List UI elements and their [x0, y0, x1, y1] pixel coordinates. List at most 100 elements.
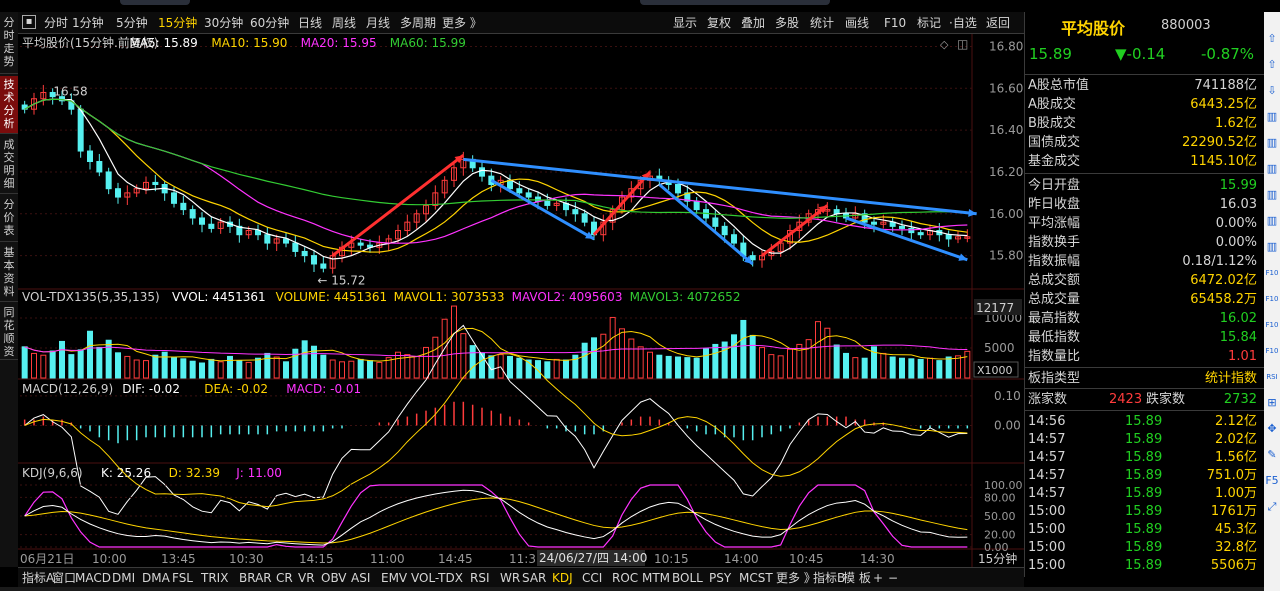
trade-tick-row[interactable]: 15:00 15.89 5506万 [1025, 557, 1265, 575]
candlestick-icon[interactable]: ▥ [1265, 110, 1279, 124]
stat-row: 昨日收盘 16.03 [1025, 195, 1265, 214]
volume-legend-item-4: MAVOL3: 4072652 [630, 290, 741, 304]
indicator-tab-asi[interactable]: ASI [351, 569, 370, 587]
tool-f10[interactable]: F10 [1265, 344, 1279, 358]
trade-tick-row[interactable]: 15:00 15.89 32.8亿 [1025, 539, 1265, 557]
macd-legend-item-2: MACD: -0.01 [286, 382, 361, 396]
breadth-row: 涨家数 2423 跌家数 2732 [1025, 390, 1265, 409]
tool-rsi[interactable]: RSI [1265, 370, 1279, 384]
indicator-tab-item[interactable]: 模 板 [843, 569, 871, 587]
stat-value: 15.84 [1219, 330, 1257, 345]
volume-bar [516, 357, 523, 379]
candle-body [507, 179, 513, 190]
indicator-tab-kdj[interactable]: KDJ [552, 569, 573, 587]
tool-f5[interactable]: F5 [1265, 474, 1279, 488]
indicator-tab-fsl[interactable]: FSL [172, 569, 193, 587]
volume-unit: X1000 [977, 364, 1013, 377]
trade-tick-row[interactable]: 14:57 15.89 1.56亿 [1025, 449, 1265, 467]
move-icon[interactable]: ✥ [1265, 422, 1279, 436]
candlestick-icon[interactable]: ▥ [1265, 162, 1279, 176]
stat-value: 0.00% [1215, 216, 1257, 231]
indicator-tab-psy[interactable]: PSY [709, 569, 731, 587]
tool-f10[interactable]: F10 [1265, 292, 1279, 306]
volume-bar [665, 355, 672, 379]
divider-4 [1025, 388, 1265, 389]
indicator-tab-mtm[interactable]: MTM [642, 569, 670, 587]
candlestick-icon[interactable]: ▥ [1265, 136, 1279, 150]
indicator-tab-sar[interactable]: SAR [522, 569, 546, 587]
indicator-tab-obv[interactable]: OBV [321, 569, 347, 587]
diamond-icon[interactable]: ◇ [940, 38, 949, 51]
price-tick-4: 16.00 [989, 207, 1023, 221]
divider-5 [1025, 410, 1265, 411]
trade-tick-row[interactable]: 14:57 15.89 2.02亿 [1025, 431, 1265, 449]
board-type-label: 板指类型 [1028, 371, 1081, 386]
indicator-tab-boll[interactable]: BOLL [672, 569, 703, 587]
trade-tick-row[interactable]: 14:57 15.89 751.0万 [1025, 467, 1265, 485]
indicator-tab-vol-tdx[interactable]: VOL-TDX [411, 569, 463, 587]
volume-legend-item-1: VOLUME: 4451361 [276, 290, 388, 304]
stat-value: 65458.2万 [1190, 292, 1257, 307]
indicator-tab-emv[interactable]: EMV [381, 569, 407, 587]
down-outline-icon[interactable]: ⇩ [1265, 84, 1279, 98]
stat-value: 1.01 [1228, 349, 1257, 364]
candlestick-icon[interactable]: ▥ [1265, 188, 1279, 202]
ruler-icon[interactable]: ⊞ [1265, 396, 1279, 410]
divider-1 [1025, 74, 1265, 75]
volume-bar [889, 356, 896, 379]
tick-amount: 751.0万 [1206, 468, 1257, 483]
volume-bar [861, 357, 868, 379]
volume-bar [591, 337, 597, 379]
trade-tick-row[interactable]: 14:57 15.89 1.00万 [1025, 485, 1265, 503]
stat-value: 741188亿 [1194, 78, 1257, 93]
stat-row: 总成交量 65458.2万 [1025, 290, 1265, 309]
indicator-tab-a[interactable]: 指标A [22, 569, 54, 587]
tick-amount: 1.56亿 [1215, 450, 1257, 465]
indicator-tab-macd[interactable]: MACD [75, 569, 111, 587]
tick-time: 15:00 [1028, 540, 1066, 555]
volume-bar [59, 340, 65, 379]
indicator-tab-item[interactable]: 更多 》 [776, 569, 816, 587]
chart-canvas[interactable]: 16.80 16.60 16.40 16.20 16.00 15.80 16.58 ← 15.… [0, 0, 1024, 567]
indicator-toolbar: 指标A 窗口 MACD DMI DMA FSL TRIX BRAR CR VR OBV ASI EMV V… [18, 567, 1024, 587]
candle-body [255, 230, 261, 236]
up-outline-icon[interactable]: ⇧ [1265, 58, 1279, 72]
indicator-tab-b[interactable]: 指标B [813, 569, 845, 587]
stat-label: 总成交额 [1028, 273, 1081, 288]
indicator-tab-vr[interactable]: VR [298, 569, 315, 587]
indicator-tab-mcst[interactable]: MCST [739, 569, 773, 587]
candlestick-icon[interactable]: ▥ [1265, 240, 1279, 254]
tool-f10[interactable]: F10 [1265, 266, 1279, 280]
volume-legend-item-0: VVOL: 4451361 [172, 290, 266, 304]
tool-f10[interactable]: F10 [1265, 318, 1279, 332]
candle-body [712, 217, 719, 227]
indicator-tab-dma[interactable]: DMA [142, 569, 170, 587]
pen-icon[interactable]: ✎ [1265, 448, 1279, 462]
candle-body [171, 192, 177, 204]
kdj-legend-title: KDJ(9,6,6) [22, 466, 83, 480]
candlestick-icon[interactable]: ▥ [1265, 214, 1279, 228]
indicator-tab-brar[interactable]: BRAR [239, 569, 272, 587]
indicator-tab-dmi[interactable]: DMI [112, 569, 135, 587]
indicator-tab-trix[interactable]: TRIX [201, 569, 228, 587]
indicator-tab-wr[interactable]: WR [500, 569, 520, 587]
indicator-tab-rsi[interactable]: RSI [470, 569, 490, 587]
volume-bar [684, 357, 691, 379]
stat-label: 今日开盘 [1028, 178, 1081, 193]
indicator-tab-item[interactable]: + [873, 569, 883, 587]
trade-tick-row[interactable]: 14:56 15.89 2.12亿 [1025, 413, 1265, 431]
volume-bar [712, 343, 719, 379]
indicator-tab-cci[interactable]: CCI [582, 569, 602, 587]
candle-body [899, 225, 905, 229]
indicator-tab-item[interactable]: 窗口 [52, 569, 76, 587]
indicator-tab-item[interactable]: − [888, 569, 898, 587]
up-arrow-icon[interactable]: ⇧ [1265, 32, 1279, 46]
volume-bar [320, 354, 327, 379]
trade-tick-row[interactable]: 15:00 15.89 45.3亿 [1025, 521, 1265, 539]
trade-tick-row[interactable]: 15:00 15.89 1761万 [1025, 503, 1265, 521]
expand-icon[interactable]: ⤢ [1265, 500, 1279, 514]
indicator-tab-roc[interactable]: ROC [612, 569, 638, 587]
indicator-tab-cr[interactable]: CR [276, 569, 293, 587]
tick-price: 15.89 [1125, 414, 1163, 429]
window-icon[interactable]: ◫ [957, 37, 968, 51]
